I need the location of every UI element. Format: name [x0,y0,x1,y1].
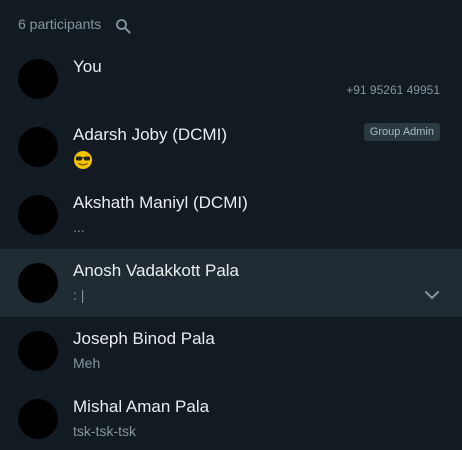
search-participants-button[interactable] [113,16,133,36]
participant-row[interactable]: Akshath Maniyl (DCMI) ... [0,181,462,249]
participant-name: Anosh Vadakkott Pala [73,261,240,280]
sunglasses-emoji-icon [74,151,92,169]
participants-list: You +91 95261 49951 Adarsh Joby (DCMI) G… [0,45,462,450]
participants-header: 6 participants [0,0,462,48]
participant-status [73,150,93,170]
avatar[interactable] [18,399,58,439]
participant-row[interactable]: Joseph Binod Pala Meh [0,317,462,385]
participants-panel: 6 participants You +91 95261 49951 Adars… [0,0,462,450]
participant-status: ... [73,219,85,235]
avatar[interactable] [18,59,58,99]
avatar[interactable] [18,331,58,371]
participant-status: Meh [73,355,101,371]
participant-name: Joseph Binod Pala [73,329,215,348]
participants-count: 6 participants [18,16,102,32]
avatar[interactable] [18,263,58,303]
participant-name: You [73,57,102,76]
participant-row[interactable]: You +91 95261 49951 [0,45,462,113]
participant-name: Akshath Maniyl (DCMI) [73,193,248,212]
chevron-down-icon[interactable] [424,287,440,303]
participant-row[interactable]: Mishal Aman Pala tsk-tsk-tsk [0,385,462,450]
participant-row[interactable]: Anosh Vadakkott Pala : | [0,249,462,317]
group-admin-badge: Group Admin [363,123,440,141]
participant-status: : | [73,287,85,303]
participant-row[interactable]: Adarsh Joby (DCMI) Group Admin [0,113,462,181]
avatar[interactable] [18,195,58,235]
participant-name: Mishal Aman Pala [73,397,210,416]
search-icon [116,19,131,34]
avatar[interactable] [18,127,58,167]
participant-status: tsk-tsk-tsk [73,423,136,439]
participant-name: Adarsh Joby (DCMI) [73,125,227,144]
participant-phone: +91 95261 49951 [346,83,440,97]
